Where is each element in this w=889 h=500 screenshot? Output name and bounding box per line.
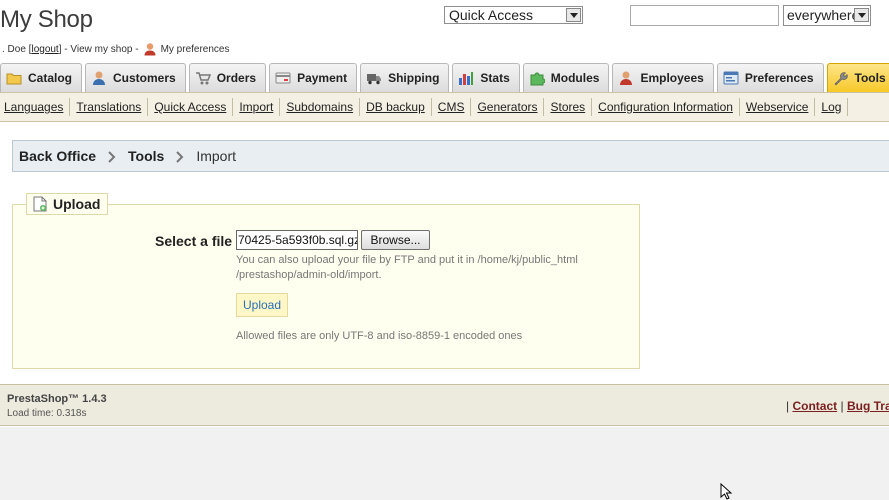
- user-line: . Doe [ logout ] - View my shop - My pre…: [2, 42, 229, 56]
- chevron-down-icon[interactable]: [566, 8, 581, 22]
- chevron-right-icon: [108, 150, 116, 163]
- select-file-label: Select a file: [155, 233, 233, 249]
- mouse-cursor-icon: [720, 482, 734, 500]
- tab-label: Stats: [480, 71, 510, 85]
- tab-label: Tools: [854, 71, 886, 85]
- upload-fieldset: [12, 204, 640, 369]
- stats-icon: [458, 70, 474, 86]
- breadcrumb: Back Office Tools Import: [12, 140, 889, 172]
- user-mid: ] - View my shop -: [58, 43, 139, 55]
- cart-icon: [195, 70, 211, 86]
- quick-access-value: Quick Access: [449, 7, 534, 23]
- file-path-input[interactable]: 70425-5a593f0b.sql.gz: [236, 230, 358, 250]
- footer-separator: |: [786, 399, 790, 413]
- tab-shipping[interactable]: Shipping: [360, 63, 450, 92]
- search-scope-value: everywhere: [787, 7, 860, 23]
- allowed-files-note: Allowed files are only UTF-8 and iso-885…: [236, 330, 523, 342]
- submenu-languages[interactable]: Languages: [4, 100, 69, 114]
- tab-payment[interactable]: Payment: [269, 63, 358, 92]
- submenu-subdomains[interactable]: Subdomains: [280, 100, 359, 114]
- version-label: PrestaShop™ 1.4.3: [7, 393, 107, 405]
- browse-button[interactable]: Browse...: [361, 230, 430, 250]
- payment-icon: [275, 70, 291, 86]
- main-tabs: Catalog Customers Orders Payment Shippin…: [0, 62, 889, 92]
- shop-title: My Shop: [0, 6, 93, 33]
- submenu-quick-access[interactable]: Quick Access: [148, 100, 232, 114]
- submenu-db-backup[interactable]: DB backup: [360, 100, 431, 114]
- submenu-translations[interactable]: Translations: [70, 100, 147, 114]
- tab-modules[interactable]: Modules: [522, 63, 610, 92]
- submenu-divider: [847, 98, 849, 116]
- tab-customers[interactable]: Customers: [85, 63, 186, 92]
- preferences-icon: [723, 70, 739, 86]
- page-edge: [874, 30, 889, 62]
- submenu-log[interactable]: Log: [815, 100, 847, 114]
- footer-separator: |: [840, 399, 844, 413]
- user-prefix: . Doe [: [2, 43, 32, 55]
- tab-label: Payment: [297, 71, 348, 85]
- page-background: [0, 427, 889, 500]
- bug-tracker-link[interactable]: Bug Tracker: [847, 399, 889, 413]
- customer-icon: [91, 70, 107, 86]
- footer: PrestaShop™ 1.4.3 Load time: 0.318s | Co…: [0, 384, 889, 426]
- tab-label: Modules: [550, 71, 600, 85]
- my-preferences-link[interactable]: My preferences: [161, 44, 230, 55]
- breadcrumb-tools[interactable]: Tools: [128, 148, 164, 164]
- chevron-down-icon[interactable]: [854, 8, 869, 22]
- load-time: Load time: 0.318s: [7, 408, 87, 419]
- tab-label: Employees: [640, 71, 704, 85]
- upload-button[interactable]: Upload: [236, 293, 288, 317]
- file-add-icon: [33, 196, 47, 212]
- tools-submenu: Languages Translations Quick Access Impo…: [0, 92, 889, 122]
- submenu-import[interactable]: Import: [233, 100, 279, 114]
- ftp-hint: You can also upload your file by FTP and…: [236, 254, 578, 281]
- contact-link[interactable]: Contact: [792, 399, 837, 413]
- submenu-generators[interactable]: Generators: [471, 100, 543, 114]
- wrench-icon: [833, 70, 849, 86]
- breadcrumb-back-office[interactable]: Back Office: [19, 148, 96, 164]
- tab-label: Orders: [216, 71, 257, 85]
- tab-label: Shipping: [388, 71, 440, 85]
- upload-legend: Upload: [26, 193, 109, 215]
- tab-preferences[interactable]: Preferences: [716, 63, 824, 92]
- quick-access-select[interactable]: Quick Access: [444, 6, 583, 24]
- tab-employees[interactable]: Employees: [612, 63, 714, 92]
- footer-links: | Contact | Bug Tracker: [786, 399, 889, 413]
- submenu-configuration-information[interactable]: Configuration Information: [592, 100, 739, 114]
- upload-legend-label: Upload: [53, 196, 101, 212]
- submenu-cms[interactable]: CMS: [432, 100, 471, 114]
- folder-icon: [6, 70, 22, 86]
- chevron-right-icon: [176, 150, 184, 163]
- truck-icon: [366, 70, 382, 86]
- tab-stats[interactable]: Stats: [452, 63, 520, 92]
- submenu-stores[interactable]: Stores: [544, 100, 591, 114]
- tab-orders[interactable]: Orders: [188, 63, 267, 92]
- tab-catalog[interactable]: Catalog: [0, 63, 83, 92]
- breadcrumb-import: Import: [196, 148, 237, 164]
- tab-label: Preferences: [744, 71, 814, 85]
- search-input[interactable]: [630, 5, 779, 26]
- user-icon: [143, 42, 157, 56]
- tab-label: Customers: [113, 71, 176, 85]
- employee-icon: [618, 70, 634, 86]
- logout-link[interactable]: logout: [31, 44, 58, 55]
- puzzle-icon: [529, 70, 546, 86]
- submenu-webservice[interactable]: Webservice: [740, 100, 814, 114]
- tab-label: Catalog: [28, 71, 73, 85]
- tab-tools[interactable]: Tools: [826, 63, 889, 92]
- search-scope-select[interactable]: everywhere: [783, 5, 871, 26]
